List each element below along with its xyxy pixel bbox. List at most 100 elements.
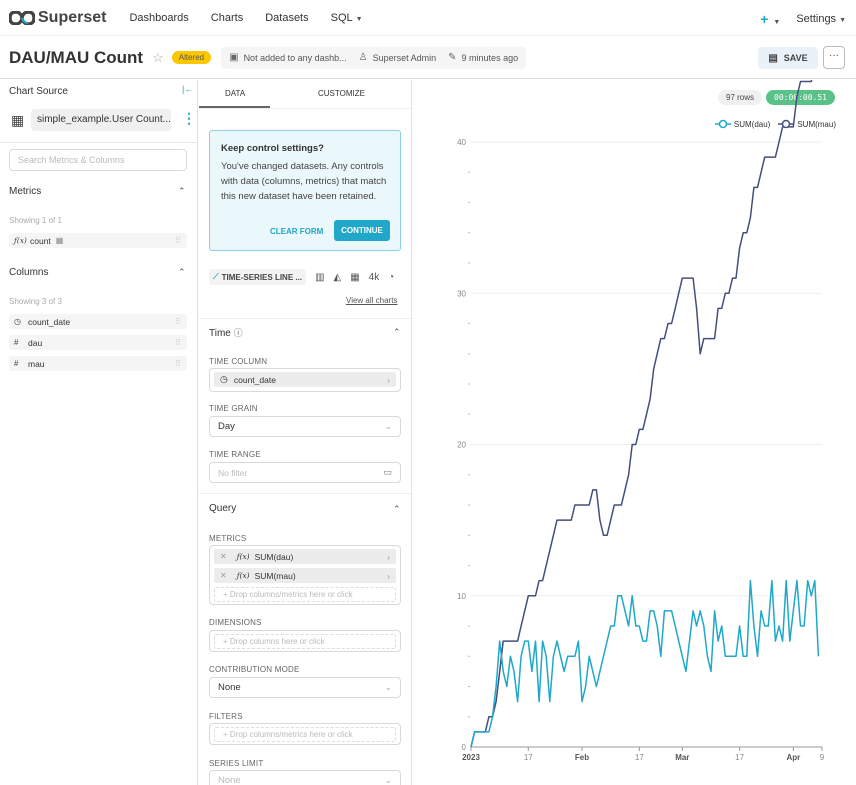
dataset-menu-icon[interactable]: ⋮ bbox=[182, 110, 196, 127]
chevron-up-icon[interactable]: ⌃ bbox=[393, 504, 401, 515]
new-menu-button[interactable]: + ▼ bbox=[760, 11, 780, 27]
bar-chart-icon[interactable]: ▥ bbox=[315, 272, 324, 283]
plus-icon: + bbox=[760, 11, 769, 27]
y-tick-label: 30 bbox=[457, 289, 466, 298]
clock-icon: ◷ bbox=[220, 374, 228, 384]
viz-type-row: ⟋ TIME-SERIES LINE ... ▥ ◭ ▦ 4k ◔ bbox=[209, 269, 394, 285]
table-chart-icon[interactable]: ▦ bbox=[350, 272, 359, 283]
search-metrics-columns-input[interactable]: Search Metrics & Columns bbox=[9, 149, 187, 171]
save-button[interactable]: ▤ SAVE bbox=[758, 47, 818, 69]
time-section-header[interactable]: Time ⓘ bbox=[209, 326, 243, 339]
clear-form-button[interactable]: CLEAR FORM bbox=[270, 227, 323, 236]
line-chart[interactable]: 0 10 20 30 40 2023 17 Feb 17 Mar 17 Apr 9 bbox=[413, 80, 856, 785]
dimensions-drop-zone[interactable]: + Drop columns here or click bbox=[214, 634, 396, 649]
remove-icon[interactable]: ✕ bbox=[220, 552, 227, 561]
altered-badge[interactable]: Altered bbox=[171, 51, 212, 64]
viz-type-selector[interactable]: ⟋ TIME-SERIES LINE ... bbox=[209, 269, 307, 285]
legend-mau-icon bbox=[778, 119, 795, 129]
column-item[interactable]: # dau ⠿ bbox=[9, 335, 187, 350]
nav-datasets[interactable]: Datasets bbox=[265, 12, 308, 24]
series-limit-select[interactable]: None ⌄ bbox=[209, 770, 401, 785]
settings-label: Settings bbox=[796, 13, 837, 25]
nav-sql-label: SQL bbox=[330, 11, 353, 24]
save-label: SAVE bbox=[783, 53, 808, 63]
drag-handle-icon[interactable]: ⠿ bbox=[175, 338, 181, 347]
legend-item-mau[interactable]: SUM(mau) bbox=[778, 119, 836, 129]
tab-data[interactable]: DATA bbox=[225, 89, 245, 98]
big-number-chart[interactable]: 4k bbox=[369, 272, 380, 283]
query-section-title[interactable]: Query bbox=[209, 503, 236, 514]
superset-logo[interactable]: Superset bbox=[9, 9, 106, 27]
time-column-pill[interactable]: ◷ count_date › bbox=[214, 372, 396, 387]
caret-down-icon: ▼ bbox=[773, 19, 781, 26]
time-grain-value: Day bbox=[218, 421, 235, 432]
dataset-name[interactable]: simple_example.User Count... bbox=[31, 109, 171, 131]
drop-zone-text: Drop columns/metrics here or click bbox=[229, 730, 353, 739]
divider bbox=[0, 142, 198, 143]
nav-sql[interactable]: SQL ▼ bbox=[331, 12, 363, 24]
dashboard-icon: ▣ bbox=[229, 52, 239, 63]
metrics-drop-zone[interactable]: + Drop columns/metrics here or click bbox=[214, 587, 396, 602]
function-icon: ƒ(x) bbox=[236, 571, 250, 580]
column-item[interactable]: ◷ count_date ⠿ bbox=[9, 314, 187, 329]
filters-drop-zone[interactable]: + Drop columns/metrics here or click bbox=[214, 727, 396, 742]
columns-header[interactable]: Columns bbox=[9, 267, 48, 278]
metadata-bar: ▣ Not added to any dashb... ♙ Superset A… bbox=[221, 46, 527, 69]
nav-dashboards[interactable]: Dashboards bbox=[129, 12, 188, 24]
chart-title[interactable]: DAU/MAU Count bbox=[9, 48, 143, 68]
pie-chart-icon[interactable]: ◔ bbox=[388, 272, 394, 283]
x-tick-label: 2023 bbox=[462, 753, 480, 762]
user-icon: ♙ bbox=[358, 52, 368, 63]
active-tab-indicator bbox=[199, 106, 270, 108]
chevron-up-icon[interactable]: ⌃ bbox=[178, 186, 186, 197]
metrics-header[interactable]: Metrics bbox=[9, 186, 41, 197]
remove-icon[interactable]: ✕ bbox=[220, 571, 227, 580]
area-chart-icon[interactable]: ◭ bbox=[334, 272, 342, 283]
alert-body: You've changed datasets. Any controls wi… bbox=[221, 161, 387, 202]
contribution-mode-select[interactable]: None ⌄ bbox=[209, 677, 401, 698]
column-item[interactable]: # mau ⠿ bbox=[9, 356, 187, 371]
calendar-icon: ▭ bbox=[383, 467, 392, 477]
dimensions-label: DIMENSIONS bbox=[209, 618, 262, 627]
owner-info[interactable]: Superset Admin bbox=[373, 53, 437, 63]
numeric-icon: # bbox=[14, 338, 19, 347]
metric-item[interactable]: ƒ(x) count ▦ ⠿ bbox=[9, 233, 187, 248]
collapse-panel-icon[interactable]: |← bbox=[182, 84, 193, 94]
chevron-down-icon: ⌄ bbox=[384, 682, 392, 692]
chevron-up-icon[interactable]: ⌃ bbox=[393, 327, 401, 338]
legend-item-dau[interactable]: SUM(dau) bbox=[714, 119, 770, 129]
x-tick-label: Mar bbox=[675, 753, 689, 762]
time-grain-select[interactable]: Day ⌄ bbox=[209, 416, 401, 437]
drag-handle-icon[interactable]: ⠿ bbox=[175, 317, 181, 326]
metric-pill-label: SUM(mau) bbox=[254, 570, 296, 581]
filters-label: FILTERS bbox=[209, 712, 243, 721]
filters-control[interactable]: + Drop columns/metrics here or click bbox=[209, 723, 401, 745]
chevron-up-icon[interactable]: ⌃ bbox=[178, 267, 186, 278]
line-chart-icon: ⟋ bbox=[213, 272, 219, 281]
metrics-control[interactable]: ✕ ƒ(x) SUM(dau) › ✕ ƒ(x) SUM(mau) › + Dr… bbox=[209, 545, 401, 605]
drag-handle-icon[interactable]: ⠿ bbox=[175, 236, 181, 245]
column-name: mau bbox=[28, 358, 45, 369]
dimensions-control[interactable]: + Drop columns here or click bbox=[209, 630, 401, 652]
metric-pill[interactable]: ✕ ƒ(x) SUM(mau) › bbox=[214, 568, 396, 583]
more-options-button[interactable]: ··· bbox=[823, 46, 845, 69]
view-all-charts-link[interactable]: View all charts bbox=[346, 296, 397, 305]
favorite-star-icon[interactable]: ☆ bbox=[152, 50, 164, 66]
modified-info[interactable]: 9 minutes ago bbox=[462, 53, 519, 63]
legend-dau-icon bbox=[714, 119, 731, 129]
tab-customize[interactable]: CUSTOMIZE bbox=[318, 89, 365, 98]
continue-button[interactable]: CONTINUE bbox=[334, 220, 390, 241]
drag-handle-icon[interactable]: ⠿ bbox=[175, 359, 181, 368]
column-name: dau bbox=[28, 337, 43, 348]
settings-menu[interactable]: Settings ▼ bbox=[796, 13, 846, 25]
keep-settings-alert: Keep control settings? You've changed da… bbox=[209, 130, 401, 251]
metric-pill[interactable]: ✕ ƒ(x) SUM(dau) › bbox=[214, 549, 396, 564]
chevron-right-icon: › bbox=[387, 551, 390, 562]
y-tick-label: 20 bbox=[457, 441, 466, 450]
nav-charts[interactable]: Charts bbox=[211, 12, 243, 24]
series-limit-label: SERIES LIMIT bbox=[209, 759, 264, 768]
time-column-control[interactable]: ◷ count_date › bbox=[209, 368, 401, 392]
x-tick-label: 9 bbox=[820, 753, 825, 762]
dashboards-info[interactable]: Not added to any dashb... bbox=[244, 53, 347, 63]
time-range-control[interactable]: No filter ▭ bbox=[209, 462, 401, 483]
